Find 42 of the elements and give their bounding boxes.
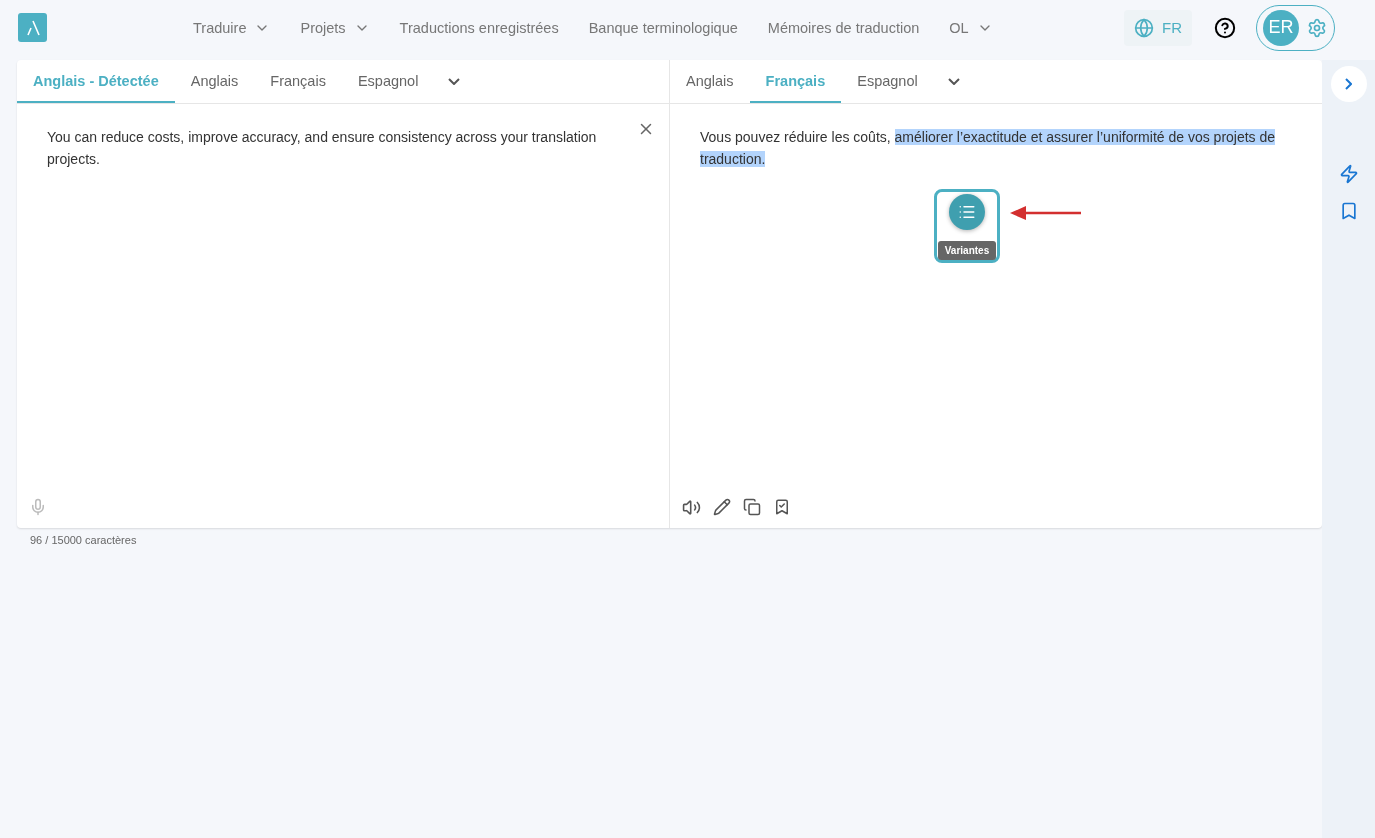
settings-icon[interactable] [1307, 17, 1327, 38]
microphone-icon [29, 498, 47, 516]
speaker-icon [682, 497, 701, 517]
copy-button[interactable] [743, 498, 761, 516]
globe-icon [1134, 17, 1154, 38]
lightning-icon [1338, 164, 1359, 184]
nav-link[interactable]: Traductions enregistrées [399, 19, 559, 36]
bookmark-check-button[interactable] [773, 498, 791, 516]
language-tab[interactable]: Espagnol [341, 60, 435, 103]
nav-link[interactable]: Projets [300, 19, 370, 36]
list-icon [958, 203, 976, 221]
tooltip: Variantes [937, 241, 997, 260]
lightning-button[interactable] [1338, 164, 1359, 184]
pointer-arrow [1010, 206, 1082, 220]
nav-link[interactable]: OL [949, 19, 993, 36]
language-tab[interactable]: Anglais - Détectée [17, 60, 175, 103]
nav-link[interactable]: Mémoires de traduction [767, 19, 920, 36]
language-tab[interactable]: Espagnol [841, 60, 934, 103]
chevron-down-icon [448, 78, 461, 85]
bookmark-check-icon [773, 498, 791, 516]
app-logo[interactable] [18, 13, 47, 42]
language-tab[interactable]: Français [749, 60, 842, 103]
translated-text: Vous pouvez réduire les coûts, améliorer l’exactitude et assurer l’uniformité de vos projets de traduction. [700, 128, 1277, 169]
language-tab[interactable]: Anglais [670, 60, 750, 103]
nav-link[interactable]: Traduire [193, 19, 271, 36]
chevron-right-icon [1345, 78, 1352, 90]
pencil-icon [713, 498, 731, 516]
edit-button[interactable] [713, 498, 731, 516]
source-text[interactable]: You can reduce costs, improve accuracy, and ensure consistency across your translation projects. [47, 126, 639, 170]
logo-icon [25, 19, 40, 36]
nav-link[interactable]: Banque terminologique [588, 19, 738, 36]
user-avatar[interactable]: ER [1263, 9, 1299, 46]
chevron-down-icon [947, 78, 960, 85]
language-button[interactable]: FR [1124, 9, 1192, 46]
copy-icon [743, 498, 761, 516]
speaker-button[interactable] [682, 497, 701, 517]
language-tab[interactable]: Français [254, 60, 342, 103]
variants-button[interactable] [949, 194, 985, 230]
help-icon[interactable] [1214, 16, 1236, 39]
character-counter: 96 / 15000 caractères [29, 533, 138, 548]
expand-button[interactable] [1330, 66, 1367, 102]
language-tab[interactable]: Anglais [174, 60, 255, 103]
